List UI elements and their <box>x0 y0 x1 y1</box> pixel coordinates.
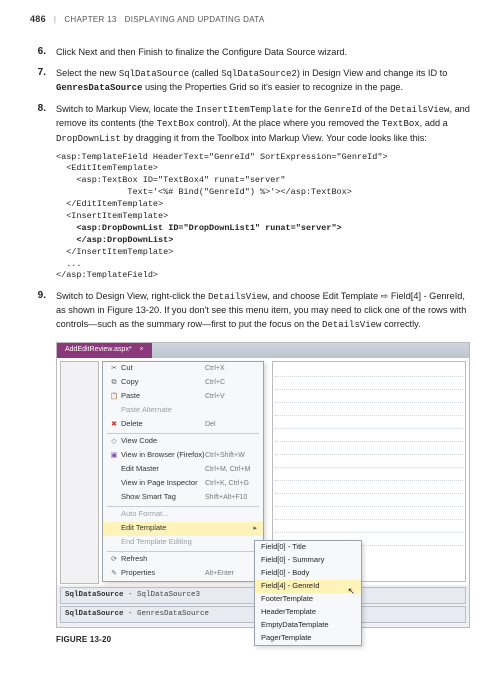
edit-template-submenu[interactable]: Field[0] - TitleField[0] - SummaryField[… <box>254 540 362 646</box>
step-body: Click Next and then Finish to finalize t… <box>56 46 470 59</box>
menu-item[interactable]: View in Page InspectorCtrl+K, Ctrl+G <box>103 477 263 491</box>
ds-rest: - GenresDataSource <box>124 610 210 618</box>
step-number: 9. <box>30 290 46 645</box>
menu-item[interactable]: Edit Template <box>103 522 263 536</box>
submenu-item[interactable]: Field[4] - GenreId <box>255 580 361 593</box>
menu-label: End Template Editing <box>121 537 205 548</box>
menu-label: Cut <box>121 363 205 374</box>
step-body: Switch to Design View, right-click the D… <box>56 290 470 645</box>
menu-item[interactable]: Auto Format... <box>103 508 263 522</box>
cursor-icon: ↖ <box>347 585 355 598</box>
chapter-label: CHAPTER 13 <box>64 15 116 24</box>
menu-shortcut: Ctrl+K, Ctrl+G <box>205 479 257 489</box>
submenu-item[interactable]: EmptyDataTemplate <box>255 619 361 632</box>
ic-code-icon <box>107 437 121 447</box>
list-item: 9. Switch to Design View, right-click th… <box>30 290 470 645</box>
list-item: 6. Click Next and then Finish to finaliz… <box>30 46 470 59</box>
menu-shortcut: Ctrl+Shift+W <box>205 451 257 461</box>
menu-label: Paste Alternate <box>121 405 205 416</box>
ic-del-icon <box>107 420 121 430</box>
designer-margin <box>60 361 99 584</box>
step-number: 6. <box>30 46 46 59</box>
menu-shortcut: Del <box>205 420 257 430</box>
step-body: Switch to Markup View, locate the Insert… <box>56 103 470 282</box>
menu-label: View in Page Inspector <box>121 478 205 489</box>
context-menu[interactable]: CutCtrl+XCopyCtrl+CPasteCtrl+VPaste Alte… <box>102 361 264 582</box>
figure-screenshot: AddEditReview.aspx* × CutCtrl+XCopyCtrl+… <box>56 342 470 628</box>
submenu-item[interactable]: Field[0] - Title <box>255 541 361 554</box>
menu-item[interactable]: PropertiesAlt+Enter <box>103 567 263 581</box>
header-sep: | <box>54 15 56 24</box>
menu-item[interactable]: View in Browser (Firefox)Ctrl+Shift+W <box>103 449 263 463</box>
ic-ref-icon <box>107 555 121 565</box>
ic-brw-icon <box>107 451 121 461</box>
ic-prop-icon <box>107 569 121 579</box>
step-number: 7. <box>30 67 46 95</box>
menu-shortcut: Ctrl+M, Ctrl+M <box>205 465 257 475</box>
menu-item[interactable]: DeleteDel <box>103 418 263 432</box>
menu-item[interactable]: Paste Alternate <box>103 404 263 418</box>
editor-tab[interactable]: AddEditReview.aspx* × <box>57 343 152 358</box>
menu-item[interactable]: CopyCtrl+C <box>103 376 263 390</box>
menu-item[interactable]: CutCtrl+X <box>103 362 263 376</box>
ic-paste-icon <box>107 392 121 401</box>
menu-label: Auto Format... <box>121 509 205 520</box>
menu-item[interactable]: Refresh <box>103 553 263 567</box>
list-item: 7. Select the new SqlDataSource (called … <box>30 67 470 95</box>
menu-item[interactable]: Show Smart TagShift+Alt+F10 <box>103 491 263 505</box>
step-body: Select the new SqlDataSource (called Sql… <box>56 67 470 95</box>
menu-label: View in Browser (Firefox) <box>121 450 205 461</box>
running-header: 486 | CHAPTER 13 DISPLAYING AND UPDATING… <box>30 14 470 24</box>
ds-name: SqlDataSource <box>65 610 124 618</box>
code-block: <asp:TemplateField HeaderText="GenreId" … <box>56 152 470 283</box>
menu-item[interactable]: View Code <box>103 435 263 449</box>
submenu-arrow-icon <box>253 524 257 534</box>
chapter-title: DISPLAYING AND UPDATING DATA <box>125 15 265 24</box>
submenu-item[interactable]: HeaderTemplate <box>255 606 361 619</box>
menu-label: Show Smart Tag <box>121 492 205 503</box>
menu-label: Properties <box>121 568 205 579</box>
page-number: 486 <box>30 14 46 24</box>
submenu-item[interactable]: PagerTemplate <box>255 632 361 645</box>
menu-shortcut: Shift+Alt+F10 <box>205 493 257 503</box>
list-item: 8. Switch to Markup View, locate the Ins… <box>30 103 470 282</box>
menu-label: Copy <box>121 377 205 388</box>
ds-name: SqlDataSource <box>65 591 124 599</box>
menu-shortcut: Ctrl+V <box>205 392 257 402</box>
menu-label: Edit Master <box>121 464 205 475</box>
close-icon[interactable]: × <box>140 345 144 355</box>
menu-shortcut: Ctrl+C <box>205 378 257 388</box>
menu-label: Paste <box>121 391 205 402</box>
submenu-item[interactable]: FooterTemplate <box>255 593 361 606</box>
menu-shortcut: Ctrl+X <box>205 364 257 374</box>
menu-item[interactable]: End Template Editing <box>103 536 263 550</box>
menu-label: View Code <box>121 436 205 447</box>
menu-shortcut: Alt+Enter <box>205 569 257 579</box>
menu-label: Refresh <box>121 554 205 565</box>
tab-label: AddEditReview.aspx* <box>65 345 132 355</box>
numbered-list: 6. Click Next and then Finish to finaliz… <box>30 46 470 645</box>
ic-cut-icon <box>107 364 121 374</box>
menu-item[interactable]: PasteCtrl+V <box>103 390 263 404</box>
submenu-item[interactable]: Field[0] - Body <box>255 567 361 580</box>
ds-rest: - SqlDataSource3 <box>124 591 201 599</box>
ic-copy-icon <box>107 378 121 388</box>
menu-label: Edit Template <box>121 523 253 534</box>
menu-label: Delete <box>121 419 205 430</box>
menu-item[interactable]: Edit MasterCtrl+M, Ctrl+M <box>103 463 263 477</box>
tab-bar: AddEditReview.aspx* × <box>57 343 469 358</box>
step-number: 8. <box>30 103 46 282</box>
submenu-item[interactable]: Field[0] - Summary <box>255 554 361 567</box>
